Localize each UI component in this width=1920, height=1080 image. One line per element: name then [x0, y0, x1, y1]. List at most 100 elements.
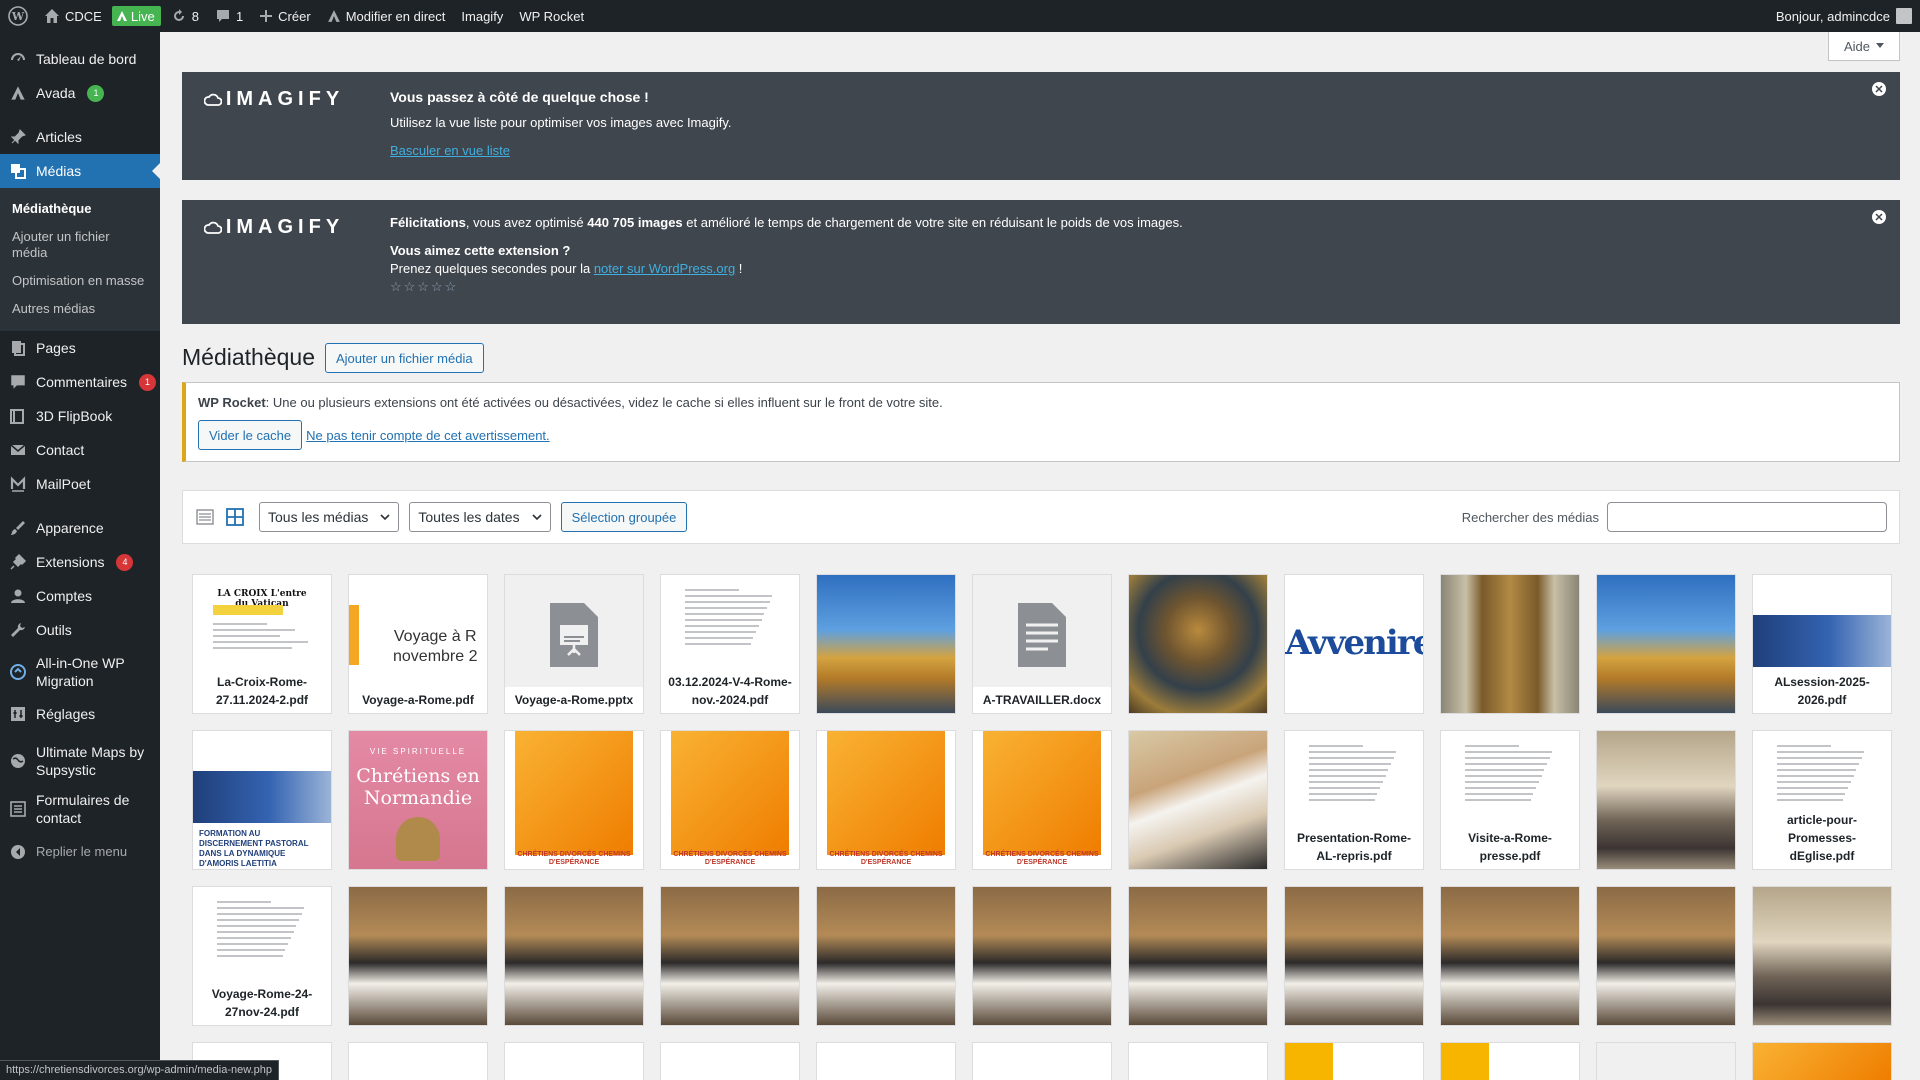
- switch-to-list-view-link[interactable]: Basculer en vue liste: [390, 143, 510, 158]
- sidebar-item-contact[interactable]: Contact: [0, 433, 160, 467]
- media-tile[interactable]: [1284, 1042, 1424, 1080]
- media-tile[interactable]: [348, 1042, 488, 1080]
- media-tile[interactable]: [1128, 574, 1268, 714]
- date-filter[interactable]: Toutes les dates: [409, 502, 551, 532]
- media-tile[interactable]: CHRÉTIENS DIVORCÉS CHEMINS D'ESPÉRANCE: [660, 730, 800, 870]
- media-tile[interactable]: article-pour-Promesses-dEglise.pdf: [1752, 730, 1892, 870]
- dismiss-notice-button[interactable]: ✕: [1872, 82, 1886, 96]
- sidebar-item-comments[interactable]: Commentaires 1: [0, 365, 160, 399]
- media-tile[interactable]: [504, 886, 644, 1026]
- list-view-icon[interactable]: [195, 507, 215, 527]
- submenu-item-other[interactable]: Autres médias: [0, 295, 160, 323]
- media-tile[interactable]: [1596, 886, 1736, 1026]
- media-tile[interactable]: Visite-a-Rome-presse.pdf: [1440, 730, 1580, 870]
- media-tile[interactable]: 03.12.2024-V-4-Rome-nov.-2024.pdf: [660, 574, 800, 714]
- sidebar-item-mailpoet[interactable]: MailPoet: [0, 467, 160, 501]
- account-menu[interactable]: Bonjour, admincdce: [1776, 8, 1920, 24]
- media-tile[interactable]: VIE SPIRITUELLE Chrétiens en Normandie: [348, 730, 488, 870]
- media-tile[interactable]: FORMATION AU DISCERNEMENT PASTORAL DANS …: [192, 730, 332, 870]
- submenu-item-add[interactable]: Ajouter un fichier média: [0, 223, 160, 267]
- avatar: [1896, 8, 1912, 24]
- sidebar-item-avada[interactable]: Avada 1: [0, 76, 160, 110]
- media-tile[interactable]: FORMATION AU DISCERNEMENT PASTORALALsess…: [1752, 574, 1892, 714]
- media-tile[interactable]: Presentation-Rome-AL-repris.pdf: [1284, 730, 1424, 870]
- comments-menu[interactable]: 1: [207, 0, 251, 32]
- submenu-item-library[interactable]: Médiathèque: [0, 195, 160, 223]
- media-tile[interactable]: [972, 1042, 1112, 1080]
- media-tile[interactable]: CHRÉTIENS DIVORCÉS CHEMINS D'ESPÉRANCE: [816, 730, 956, 870]
- dismiss-warning-link[interactable]: Ne pas tenir compte de cet avertissement…: [306, 428, 550, 443]
- sidebar-item-maps[interactable]: Ultimate Maps by Supsystic: [0, 739, 160, 783]
- media-tile[interactable]: CHRÉTIENS DIVORCÉS CHEMINS D'ESPÉRANCE: [504, 730, 644, 870]
- sidebar-item-tools[interactable]: Outils: [0, 613, 160, 647]
- help-tab-button[interactable]: Aide: [1828, 32, 1900, 61]
- media-tile[interactable]: [972, 886, 1112, 1026]
- media-tile[interactable]: [816, 1042, 956, 1080]
- new-content-menu[interactable]: Créer: [251, 0, 319, 32]
- bulk-select-button[interactable]: Sélection groupée: [560, 502, 688, 532]
- sidebar-item-pages[interactable]: Pages: [0, 331, 160, 365]
- media-tile[interactable]: [348, 886, 488, 1026]
- media-tile[interactable]: [1596, 1042, 1736, 1080]
- presentation-file-icon: [550, 603, 598, 667]
- media-tile[interactable]: [816, 886, 956, 1026]
- updates-menu[interactable]: 8: [163, 0, 207, 32]
- media-tile[interactable]: [1284, 886, 1424, 1026]
- media-tile[interactable]: [1440, 886, 1580, 1026]
- sidebar-item-migration[interactable]: All-in-One WP Migration: [0, 647, 160, 697]
- media-tile[interactable]: Voyage-a-Rome.pptx: [504, 574, 644, 714]
- poster-banner: [1753, 615, 1891, 667]
- sidebar-item-dashboard[interactable]: Tableau de bord: [0, 42, 160, 76]
- logo-caption: CHRÉTIENS DIVORCÉS CHEMINS D'ESPÉRANCE: [517, 851, 631, 866]
- sidebar-item-flipbook[interactable]: 3D FlipBook: [0, 399, 160, 433]
- sidebar-item-articles[interactable]: Articles: [0, 120, 160, 154]
- media-tile[interactable]: [1440, 1042, 1580, 1080]
- media-tile[interactable]: Voyage-Rome-24-27nov-24.pdf: [192, 886, 332, 1026]
- media-search-input[interactable]: [1607, 502, 1887, 532]
- sidebar-item-accounts[interactable]: Comptes: [0, 579, 160, 613]
- sidebar-item-appearance[interactable]: Apparence: [0, 511, 160, 545]
- media-thumbnail: VIE SPIRITUELLE Chrétiens en Normandie: [349, 731, 487, 869]
- media-tile[interactable]: [660, 886, 800, 1026]
- media-tile[interactable]: [1752, 1042, 1892, 1080]
- media-tile[interactable]: [1128, 730, 1268, 870]
- media-tile[interactable]: A-TRAVAILLER.docx: [972, 574, 1112, 714]
- media-tile[interactable]: [660, 1042, 800, 1080]
- sidebar-item-medias[interactable]: Médias: [0, 154, 160, 188]
- media-tile[interactable]: Voyage à R novembre 2 Voyage-a-Rome.pdf: [348, 574, 488, 714]
- media-tile[interactable]: [504, 1042, 644, 1080]
- site-name-menu[interactable]: CDCE: [36, 0, 110, 32]
- media-tile[interactable]: [1440, 574, 1580, 714]
- envelope-icon: [8, 440, 28, 460]
- media-tile[interactable]: Avvenire: [1284, 574, 1424, 714]
- live-edit-menu[interactable]: Modifier en direct: [319, 0, 454, 32]
- imagify-menu[interactable]: Imagify: [453, 0, 511, 32]
- rate-on-wordpress-link[interactable]: noter sur WordPress.org: [594, 261, 735, 276]
- media-tile[interactable]: CHRÉTIENS DIVORCÉS CHEMINS D'ESPÉRANCE: [972, 730, 1112, 870]
- document-file-icon: [1018, 603, 1066, 667]
- sidebar-item-forms[interactable]: Formulaires de contact: [0, 783, 160, 835]
- media-tile[interactable]: [1596, 574, 1736, 714]
- collapse-menu-button[interactable]: Replier le menu: [0, 835, 160, 869]
- media-tile[interactable]: [1128, 1042, 1268, 1080]
- sidebar-item-settings[interactable]: Réglages: [0, 697, 160, 731]
- document-preview-lines: [217, 901, 307, 961]
- rating-stars[interactable]: ☆☆☆☆☆: [390, 278, 1876, 296]
- media-tile[interactable]: [1596, 730, 1736, 870]
- sidebar-item-extensions[interactable]: Extensions 4: [0, 545, 160, 579]
- media-tile[interactable]: [1128, 886, 1268, 1026]
- grid-view-icon[interactable]: [225, 507, 245, 527]
- wprocket-menu[interactable]: WP Rocket: [511, 0, 592, 32]
- dismiss-notice-button[interactable]: ✕: [1872, 210, 1886, 224]
- live-status[interactable]: Live: [110, 0, 163, 32]
- wordpress-logo-menu[interactable]: W: [0, 0, 36, 32]
- media-tile[interactable]: LA CROIX L'entre du Vatican La-Croix-Rome…: [192, 574, 332, 714]
- media-tile[interactable]: [1752, 886, 1892, 1026]
- media-tile[interactable]: [816, 574, 956, 714]
- submenu-item-bulk[interactable]: Optimisation en masse: [0, 267, 160, 295]
- media-type-filter[interactable]: Tous les médias: [259, 502, 400, 532]
- add-media-button[interactable]: Ajouter un fichier média: [325, 343, 484, 373]
- clear-cache-button[interactable]: Vider le cache: [198, 420, 303, 450]
- media-thumbnail: [1753, 1043, 1891, 1080]
- media-filename: 03.12.2024-V-4-Rome-nov.-2024.pdf: [661, 669, 799, 713]
